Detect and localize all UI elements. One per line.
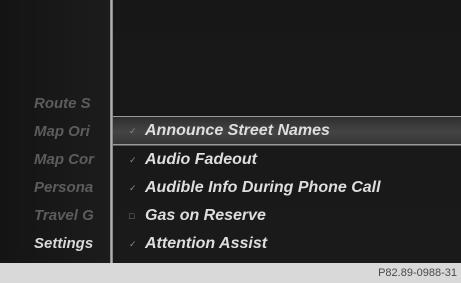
checkmark-icon: ✓ bbox=[129, 183, 137, 193]
settings-menu: Route S Map Ori Map Cor Persona Travel G… bbox=[0, 0, 110, 263]
options-panel: ✓ Announce Street Names ✓ Audio Fadeout … bbox=[113, 0, 461, 263]
caption-bar: P82.89-0988-31 bbox=[0, 263, 461, 283]
option-label: Attention Assist bbox=[145, 235, 268, 252]
display-screen: Route S Map Ori Map Cor Persona Travel G… bbox=[0, 0, 461, 263]
menu-item-map-content[interactable]: Map Cor bbox=[34, 151, 110, 169]
menu-item-personal[interactable]: Persona bbox=[34, 179, 110, 197]
checkmark-icon: ✓ bbox=[129, 126, 137, 136]
option-label: Gas on Reserve bbox=[145, 207, 266, 224]
option-gas-on-reserve[interactable]: □ Gas on Reserve bbox=[113, 202, 461, 229]
option-audio-fadeout[interactable]: ✓ Audio Fadeout bbox=[113, 146, 461, 173]
empty-checkbox-icon: □ bbox=[129, 211, 135, 221]
option-label: Announce Street Names bbox=[145, 122, 330, 139]
checkmark-icon: ✓ bbox=[129, 239, 137, 249]
menu-item-travel[interactable]: Travel G bbox=[34, 207, 110, 225]
checkmark-icon: ✓ bbox=[129, 155, 137, 165]
menu-item-map-orientation[interactable]: Map Ori bbox=[34, 123, 110, 141]
option-announce-street-names[interactable]: ✓ Announce Street Names bbox=[113, 116, 461, 145]
option-audible-info-phone-call[interactable]: ✓ Audible Info During Phone Call bbox=[113, 174, 461, 201]
option-label: Audio Fadeout bbox=[145, 151, 257, 168]
figure-reference: P82.89-0988-31 bbox=[378, 267, 457, 279]
option-label: Audible Info During Phone Call bbox=[145, 179, 381, 196]
option-attention-assist[interactable]: ✓ Attention Assist bbox=[113, 230, 461, 257]
menu-item-settings[interactable]: Settings bbox=[34, 235, 110, 253]
menu-item-route[interactable]: Route S bbox=[34, 95, 110, 113]
